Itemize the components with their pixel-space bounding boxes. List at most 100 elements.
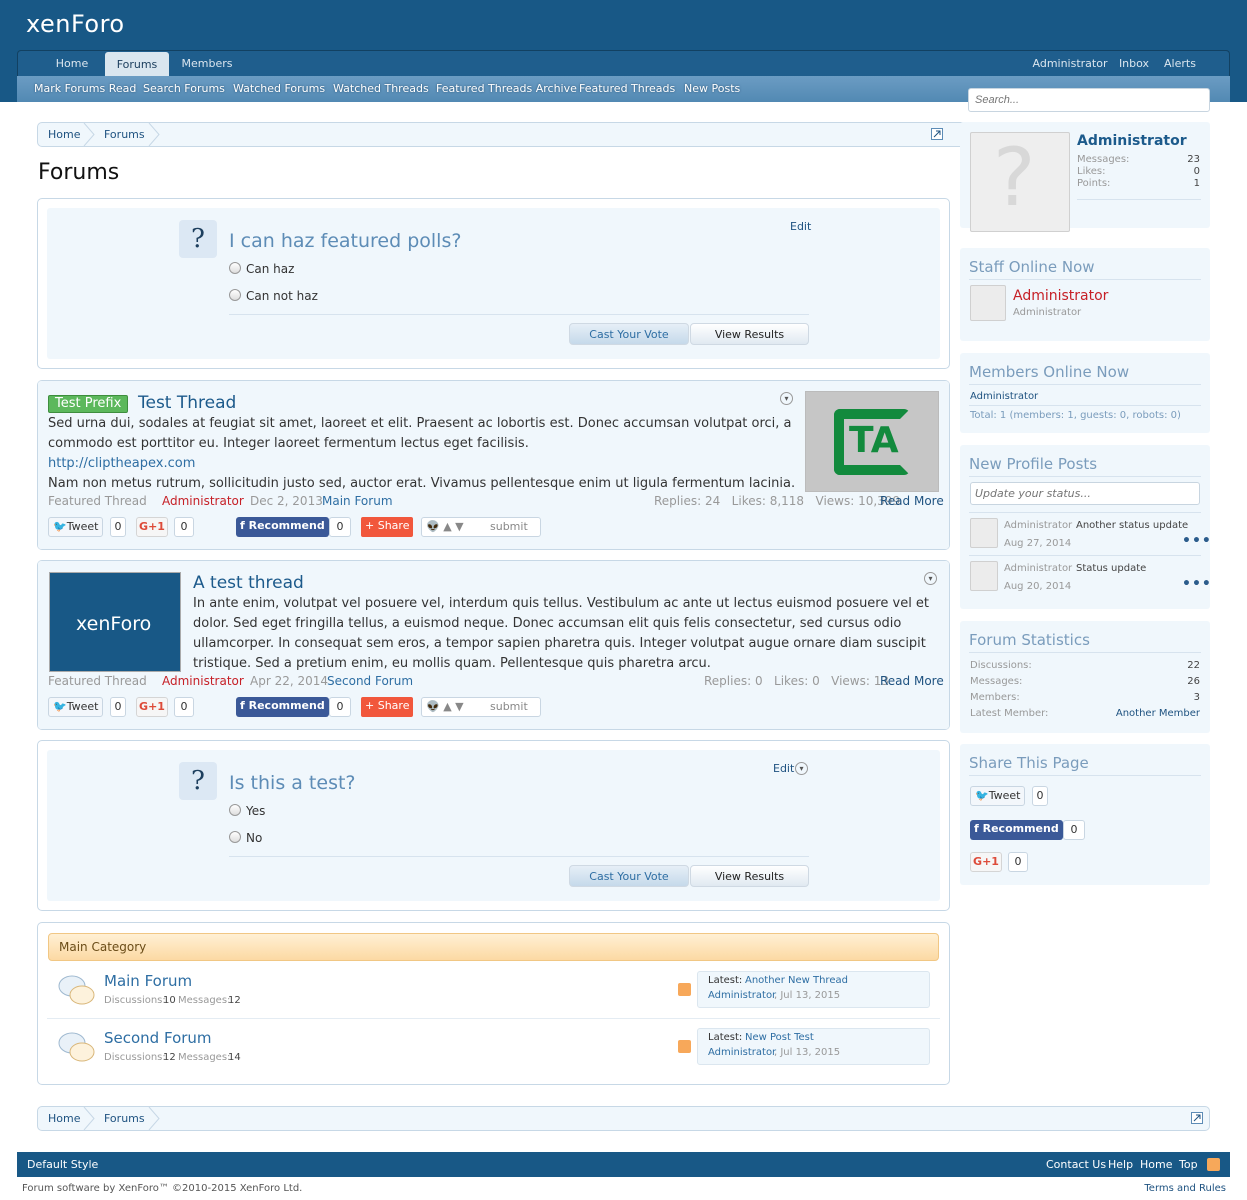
avatar[interactable] bbox=[970, 518, 998, 548]
forum-stats-heading: Forum Statistics bbox=[969, 631, 1090, 649]
share-icon: + bbox=[365, 519, 378, 532]
more-options-icon[interactable]: ••• bbox=[1182, 576, 1212, 592]
poll-edit-link[interactable]: Edit bbox=[773, 762, 794, 775]
chevron-down-icon[interactable]: ▾ bbox=[795, 762, 808, 775]
view-results-button[interactable]: View Results bbox=[690, 323, 809, 345]
gplus-button[interactable]: G+1 bbox=[136, 517, 168, 537]
thread-forum-link[interactable]: Main Forum bbox=[322, 494, 393, 508]
nav-inbox[interactable]: Inbox bbox=[1116, 51, 1152, 76]
nav-alerts[interactable]: Alerts bbox=[1162, 51, 1198, 76]
subnav-mark-read[interactable]: Mark Forums Read bbox=[34, 76, 136, 102]
thread-title[interactable]: Test Thread bbox=[138, 393, 236, 413]
footer-home-link[interactable]: Home bbox=[1140, 1158, 1172, 1171]
thread-image[interactable]: xenForo bbox=[49, 572, 181, 672]
facebook-recommend-button[interactable]: f Recommend bbox=[970, 820, 1063, 840]
jump-icon[interactable] bbox=[1191, 1112, 1203, 1124]
latest-member-link[interactable]: Another Member bbox=[1080, 708, 1200, 719]
share-button[interactable]: + Share bbox=[361, 697, 414, 717]
tab-home[interactable]: Home bbox=[48, 51, 96, 76]
thread-image[interactable]: TA bbox=[805, 391, 939, 492]
tab-members[interactable]: Members bbox=[180, 51, 234, 76]
chevron-down-icon[interactable]: ▾ bbox=[780, 392, 793, 405]
breadcrumb-forums[interactable]: Forums bbox=[104, 1107, 145, 1130]
tweet-button[interactable]: 🐦Tweet bbox=[48, 517, 104, 537]
stat-label: Members: bbox=[970, 692, 1020, 703]
profile-post-author[interactable]: Administrator bbox=[1004, 520, 1072, 531]
profile-post-author[interactable]: Administrator bbox=[1004, 563, 1072, 574]
poll-option-radio[interactable] bbox=[229, 831, 241, 843]
terms-link[interactable]: Terms and Rules bbox=[1144, 1183, 1226, 1194]
facebook-recommend-button[interactable]: f Recommend bbox=[236, 697, 329, 717]
visitor-stat-value: 1 bbox=[1193, 178, 1200, 189]
reddit-widget[interactable]: 👽 ▲ ▼ submit bbox=[421, 697, 541, 717]
chevron-down-icon[interactable]: ▾ bbox=[924, 572, 937, 585]
more-options-icon[interactable]: ••• bbox=[1182, 533, 1212, 549]
reddit-widget[interactable]: 👽 ▲ ▼ submit bbox=[421, 517, 541, 537]
search-input[interactable] bbox=[968, 88, 1210, 112]
subnav-featured-threads[interactable]: Featured Threads bbox=[579, 76, 675, 102]
latest-author-link[interactable]: Administrator bbox=[708, 1047, 776, 1058]
avatar[interactable] bbox=[970, 285, 1006, 321]
poll-edit-link[interactable]: Edit bbox=[790, 220, 811, 233]
thread-author[interactable]: Administrator bbox=[162, 494, 244, 508]
latest-thread-link[interactable]: New Post Test bbox=[745, 1032, 814, 1043]
visitor-name[interactable]: Administrator bbox=[1077, 133, 1187, 149]
subnav-watched-forums[interactable]: Watched Forums bbox=[233, 76, 325, 102]
subnav-new-posts[interactable]: New Posts bbox=[684, 76, 740, 102]
status-update-input[interactable] bbox=[970, 482, 1200, 505]
site-logo[interactable]: xenForo bbox=[26, 10, 125, 38]
stat-value: 22 bbox=[1187, 660, 1200, 671]
jump-icon[interactable] bbox=[931, 128, 943, 140]
tab-forums[interactable]: Forums bbox=[105, 52, 169, 77]
rss-icon[interactable] bbox=[678, 983, 691, 996]
gplus-button[interactable]: G+1 bbox=[970, 852, 1002, 872]
poll-title[interactable]: Is this a test? bbox=[229, 772, 356, 794]
latest-thread-link[interactable]: Another New Thread bbox=[745, 975, 848, 986]
latest-author-link[interactable]: Administrator bbox=[708, 990, 776, 1001]
facebook-recommend-button[interactable]: f Recommend bbox=[236, 517, 329, 537]
featured-poll: ? I can haz featured polls? Edit Can haz… bbox=[37, 198, 950, 369]
tweet-button[interactable]: 🐦Tweet bbox=[48, 697, 104, 717]
tweet-button[interactable]: 🐦Tweet bbox=[970, 786, 1026, 806]
footer-contact-link[interactable]: Contact Us bbox=[1046, 1158, 1106, 1171]
forum-title[interactable]: Second Forum bbox=[104, 1029, 212, 1047]
breadcrumb-home[interactable]: Home bbox=[48, 123, 80, 146]
cast-vote-button[interactable]: Cast Your Vote bbox=[569, 865, 689, 887]
read-more-link[interactable]: Read More bbox=[880, 494, 944, 508]
rss-icon[interactable] bbox=[678, 1040, 691, 1053]
footer-help-link[interactable]: Help bbox=[1108, 1158, 1133, 1171]
reddit-submit[interactable]: submit bbox=[490, 698, 528, 716]
poll-option-radio[interactable] bbox=[229, 804, 241, 816]
category-header[interactable]: Main Category bbox=[48, 933, 939, 961]
thread-author[interactable]: Administrator bbox=[162, 674, 244, 688]
cast-vote-button[interactable]: Cast Your Vote bbox=[569, 323, 689, 345]
thread-link[interactable]: http://cliptheapex.com bbox=[48, 454, 195, 474]
subnav-watched-threads[interactable]: Watched Threads bbox=[333, 76, 429, 102]
avatar[interactable]: ? bbox=[970, 131, 1070, 232]
forum-title[interactable]: Main Forum bbox=[104, 972, 192, 990]
footer-top-link[interactable]: Top bbox=[1179, 1158, 1198, 1171]
staff-member-name[interactable]: Administrator bbox=[1013, 288, 1108, 304]
thread-title[interactable]: A test thread bbox=[193, 573, 304, 593]
poll-question-icon: ? bbox=[179, 220, 217, 258]
breadcrumb-forums[interactable]: Forums bbox=[104, 123, 145, 146]
reddit-submit[interactable]: submit bbox=[490, 518, 528, 536]
facebook-icon: f bbox=[974, 822, 983, 835]
poll-option-radio[interactable] bbox=[229, 262, 241, 274]
breadcrumb-home[interactable]: Home bbox=[48, 1107, 80, 1130]
subnav-featured-archive[interactable]: Featured Threads Archive bbox=[436, 76, 577, 102]
poll-option-radio[interactable] bbox=[229, 289, 241, 301]
gplus-button[interactable]: G+1 bbox=[136, 697, 168, 717]
online-member-link[interactable]: Administrator bbox=[970, 391, 1038, 402]
avatar[interactable] bbox=[970, 561, 998, 591]
nav-account[interactable]: Administrator bbox=[1026, 51, 1114, 76]
thread-forum-link[interactable]: Second Forum bbox=[327, 674, 413, 688]
poll-title[interactable]: I can haz featured polls? bbox=[229, 230, 461, 252]
thread-prefix-badge[interactable]: Test Prefix bbox=[48, 395, 129, 413]
subnav-search-forums[interactable]: Search Forums bbox=[143, 76, 225, 102]
view-results-button[interactable]: View Results bbox=[690, 865, 809, 887]
read-more-link[interactable]: Read More bbox=[880, 674, 944, 688]
share-button[interactable]: + Share bbox=[361, 517, 414, 537]
rss-icon[interactable] bbox=[1207, 1158, 1220, 1171]
style-chooser-link[interactable]: Default Style bbox=[27, 1158, 98, 1171]
